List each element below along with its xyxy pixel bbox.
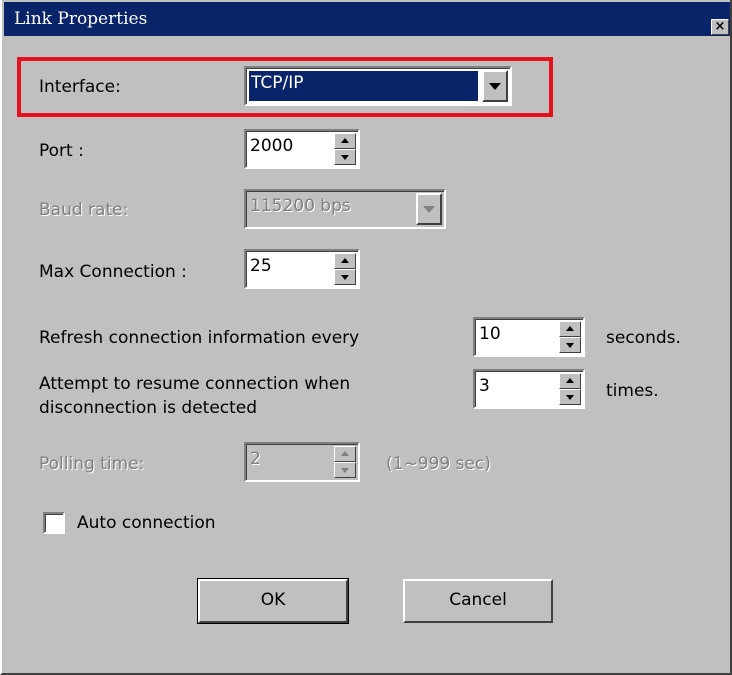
port-label: Port : [39, 141, 84, 161]
arrow-down-icon [566, 343, 574, 348]
arrow-up-icon [341, 451, 349, 456]
refresh-spinner[interactable] [559, 321, 581, 353]
arrow-up-icon [341, 258, 349, 263]
arrow-down-icon [341, 155, 349, 160]
port-spinner[interactable] [334, 133, 356, 165]
polling-time-spin-down-button[interactable] [334, 462, 356, 478]
polling-time-value: 2 [250, 449, 261, 469]
arrow-down-icon [341, 275, 349, 280]
arrow-up-icon [341, 138, 349, 143]
resume-label-line1: Attempt to resume connection when [39, 374, 351, 394]
polling-time-input[interactable]: 2 [244, 442, 360, 482]
max-connection-value: 25 [250, 256, 272, 276]
refresh-spin-down-button[interactable] [559, 337, 581, 353]
port-value: 2000 [250, 136, 294, 156]
resume-label-line2: disconnection is detected [39, 398, 258, 418]
arrow-down-icon [566, 395, 574, 400]
baud-rate-select[interactable]: 115200 bps [244, 189, 446, 229]
interface-select[interactable]: TCP/IP [244, 66, 512, 106]
port-input[interactable]: 2000 [244, 129, 360, 169]
resume-spin-up-button[interactable] [559, 373, 581, 389]
auto-connection-checkbox[interactable] [43, 512, 65, 534]
chevron-down-icon [423, 206, 435, 213]
baud-rate-value: 115200 bps [250, 196, 351, 216]
arrow-up-icon [566, 326, 574, 331]
resume-spinner[interactable] [559, 373, 581, 405]
resume-unit: times. [606, 381, 659, 401]
polling-time-spin-up-button[interactable] [334, 446, 356, 462]
port-spin-up-button[interactable] [334, 133, 356, 149]
chevron-down-icon [489, 83, 501, 90]
max-connection-spin-down-button[interactable] [334, 269, 356, 285]
cancel-button[interactable]: Cancel [403, 579, 553, 623]
resume-value: 3 [479, 376, 490, 396]
baud-rate-dropdown-button[interactable] [416, 193, 442, 225]
close-button[interactable]: × [711, 19, 729, 35]
window-title: Link Properties [14, 9, 148, 29]
refresh-input[interactable]: 10 [473, 317, 585, 357]
arrow-down-icon [341, 468, 349, 473]
link-properties-dialog: Link Properties × Interface: TCP/IP Port… [0, 0, 732, 675]
max-connection-spinner[interactable] [334, 253, 356, 285]
title-bar[interactable]: Link Properties × [4, 2, 730, 36]
ok-button[interactable]: OK [197, 578, 349, 624]
max-connection-label: Max Connection : [39, 262, 187, 282]
refresh-spin-up-button[interactable] [559, 321, 581, 337]
resume-input[interactable]: 3 [473, 369, 585, 409]
auto-connection-label[interactable]: Auto connection [77, 513, 216, 533]
refresh-label: Refresh connection information every [39, 328, 360, 348]
interface-selected-value-highlight: TCP/IP [249, 71, 478, 101]
interface-label: Interface: [39, 77, 121, 97]
polling-time-range: (1~999 sec) [386, 454, 491, 474]
max-connection-spin-up-button[interactable] [334, 253, 356, 269]
interface-dropdown-button[interactable] [482, 70, 508, 102]
polling-time-label: Polling time: [39, 454, 145, 474]
refresh-value: 10 [479, 324, 501, 344]
polling-time-spinner[interactable] [334, 446, 356, 478]
resume-spin-down-button[interactable] [559, 389, 581, 405]
max-connection-input[interactable]: 25 [244, 249, 360, 289]
refresh-unit: seconds. [606, 328, 681, 348]
close-icon: × [714, 19, 726, 34]
interface-value: TCP/IP [251, 73, 304, 93]
baud-rate-label: Baud rate: [39, 200, 129, 220]
port-spin-down-button[interactable] [334, 149, 356, 165]
arrow-up-icon [566, 378, 574, 383]
